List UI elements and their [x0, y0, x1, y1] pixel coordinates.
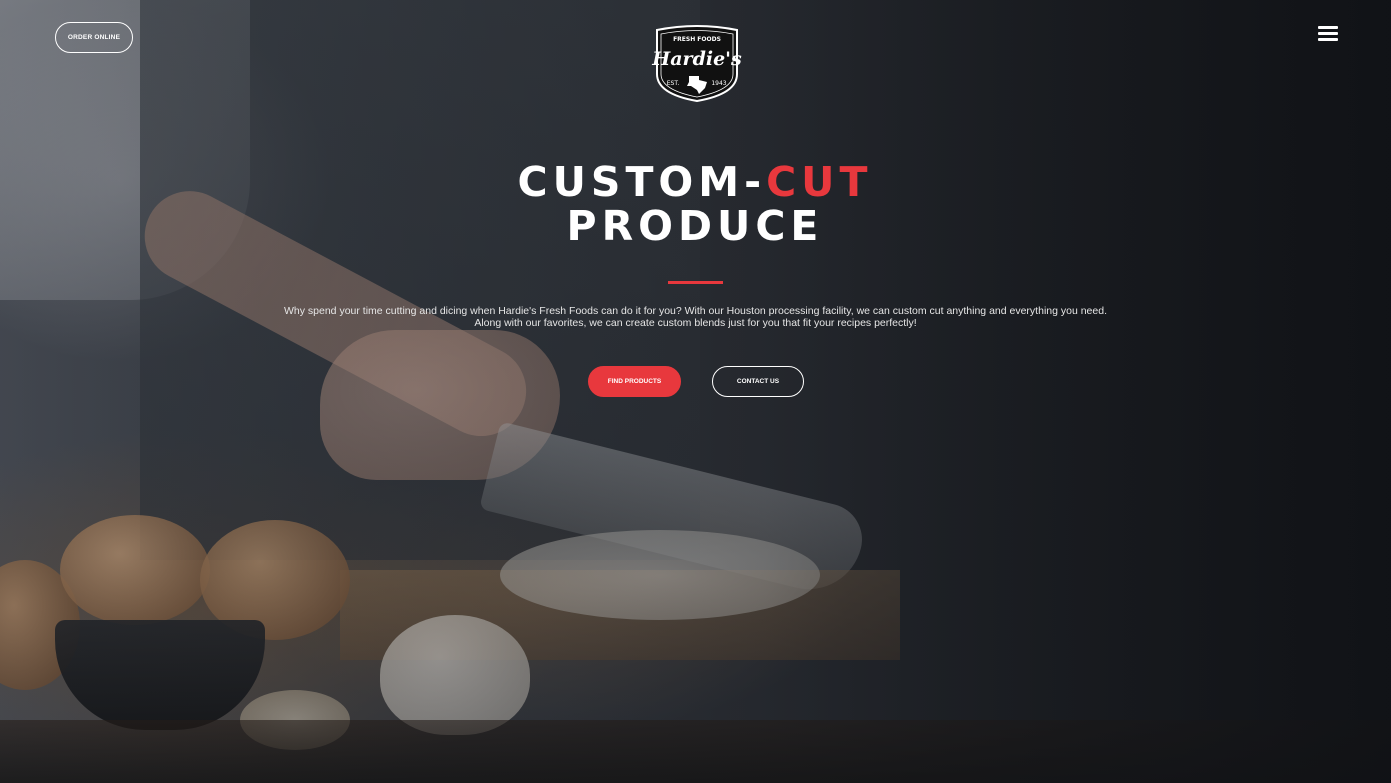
garlic-clove-image: [240, 690, 350, 750]
mushroom-image: [60, 515, 210, 625]
chopped-onion-image: [500, 530, 820, 620]
cutting-board-image: [340, 570, 900, 660]
garlic-image: [380, 615, 530, 735]
hamburger-menu-icon[interactable]: [1318, 26, 1338, 42]
accent-divider: [668, 281, 723, 284]
chef-apron-image: [140, 0, 700, 560]
dark-overlay: [0, 0, 1391, 783]
table-surface-image: [0, 720, 1391, 783]
hardies-logo-icon: FRESH FOODS Hardie's EST. 1943: [651, 25, 742, 103]
site-logo[interactable]: FRESH FOODS Hardie's EST. 1943: [651, 24, 743, 103]
logo-tagline: FRESH FOODS: [673, 36, 721, 43]
headline-part1: CUSTOM-: [517, 158, 767, 206]
mushroom-image: [200, 520, 350, 640]
hero-background: [0, 0, 1391, 783]
contact-us-button[interactable]: CONTACT US: [712, 366, 804, 397]
headline-line2: PRODUCE: [566, 202, 824, 250]
headline-accent: CUT: [766, 158, 873, 206]
logo-name: Hardie's: [651, 48, 742, 70]
bowl-image: [55, 620, 265, 730]
order-online-button[interactable]: ORDER ONLINE: [55, 22, 133, 53]
chef-hand-image: [320, 330, 560, 480]
find-products-button[interactable]: FIND PRODUCTS: [588, 366, 681, 397]
hero-description: Why spend your time cutting and dicing w…: [284, 305, 1107, 329]
knife-image: [479, 421, 870, 601]
mushroom-image: [0, 560, 80, 690]
logo-est: EST.: [667, 80, 680, 87]
hero-headline: CUSTOM-CUT PRODUCE: [395, 160, 995, 248]
logo-year: 1943: [711, 80, 726, 87]
